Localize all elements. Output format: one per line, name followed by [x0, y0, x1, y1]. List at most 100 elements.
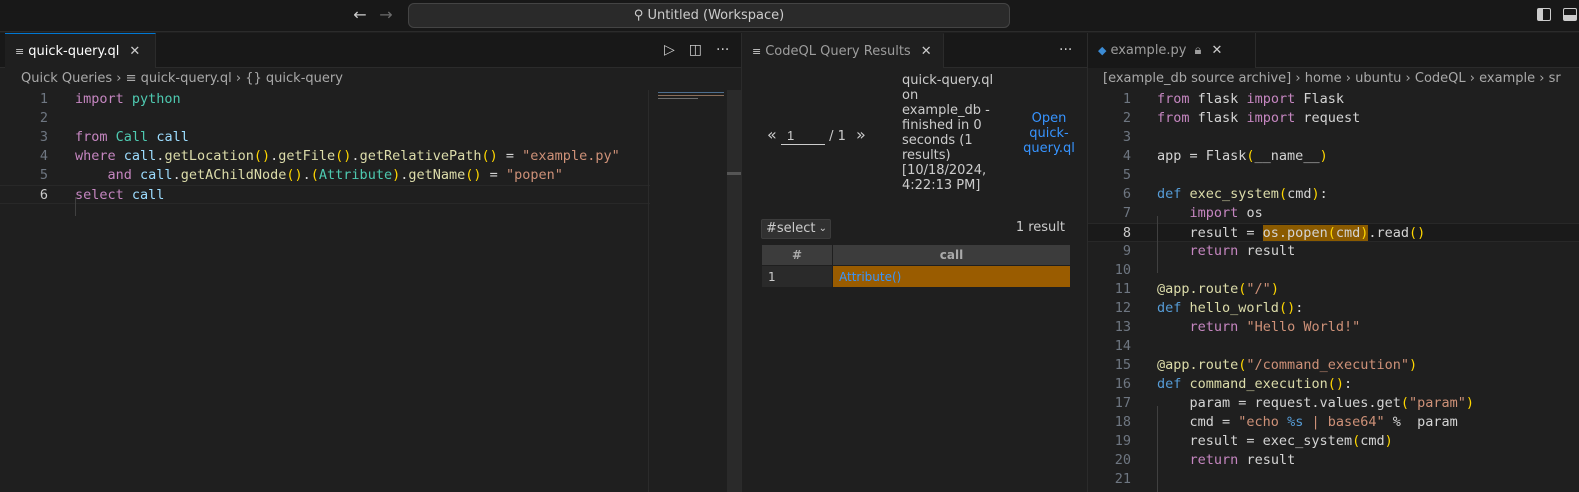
left-editor-group: ≡ quick-query.ql ✕ ▷ ◫ ··· Quick Queries › ≡…	[0, 33, 745, 492]
next-page-button[interactable]: »	[856, 125, 866, 144]
code-editor[interactable]: 1 import python 2 3 from Call call 4 where …	[0, 90, 745, 204]
results-tab-bar: ≡ CodeQL Query Results ✕ ···	[742, 33, 1087, 68]
tab-codeql-query-results[interactable]: ≡ CodeQL Query Results ✕	[742, 33, 944, 68]
line-number: 20	[1114, 452, 1131, 468]
breadcrumb: Quick Queries › ≡ quick-query.ql › {} qu…	[0, 68, 745, 90]
line-number: 15	[1114, 357, 1131, 373]
breadcrumb-item[interactable]: quick-query.ql	[141, 71, 232, 86]
tab-quick-query[interactable]: ≡ quick-query.ql ✕	[5, 33, 156, 68]
toggle-primary-sidebar-icon[interactable]	[1537, 8, 1551, 21]
run-query-icon[interactable]: ▷	[664, 33, 675, 68]
left-tab-bar: ≡ quick-query.ql ✕ ▷ ◫ ···	[0, 33, 745, 68]
breadcrumb-item[interactable]: Quick Queries	[21, 71, 112, 86]
minimap[interactable]	[650, 90, 728, 490]
meta-line: example_db -	[902, 103, 990, 118]
tab-label: CodeQL Query Results	[765, 44, 911, 59]
lock-icon: 🔒︎	[1194, 43, 1202, 58]
table-header-row: # call	[761, 244, 1071, 266]
link-line: Open	[1031, 111, 1067, 126]
breadcrumb-item[interactable]: home	[1305, 71, 1342, 86]
page-number-input[interactable]	[780, 127, 825, 145]
table-row[interactable]: 1 Attribute()	[761, 265, 1071, 288]
tab-example-py[interactable]: ◆ example.py 🔒︎ ✕	[1088, 33, 1256, 68]
column-header[interactable]: call	[832, 244, 1071, 266]
column-header[interactable]: #	[761, 244, 833, 266]
indent-guide	[75, 197, 76, 216]
command-center-search[interactable]: ⚲ Untitled (Workspace)	[408, 3, 1010, 28]
row-index: 1	[761, 265, 833, 288]
previous-page-button[interactable]: «	[767, 125, 777, 144]
open-query-link[interactable]: Open quick- query.ql	[1020, 111, 1078, 156]
line-number: 16	[1114, 376, 1131, 392]
line-number: 7	[1122, 205, 1131, 221]
meta-line: 4:22:13 PM]	[902, 178, 981, 193]
code-line: 1 import python	[0, 90, 745, 109]
line-number: 13	[1114, 319, 1131, 335]
split-editor-icon[interactable]: ◫	[689, 33, 702, 68]
close-icon[interactable]: ✕	[921, 44, 932, 59]
meta-line: on	[902, 88, 919, 103]
line-number: 11	[1114, 281, 1131, 297]
line-number: 14	[1114, 338, 1131, 354]
chevron-right-icon: ›	[1345, 71, 1356, 86]
line-number: 6	[1122, 186, 1131, 202]
chevron-right-icon: ›	[1295, 71, 1305, 86]
back-arrow-icon[interactable]: ←	[350, 5, 370, 25]
breadcrumb-item[interactable]: ubuntu	[1355, 71, 1401, 86]
breadcrumb-item[interactable]: [example_db source archive]	[1103, 71, 1291, 86]
result-set-select[interactable]: #select ⌄	[761, 219, 831, 239]
file-lines-icon: ≡	[125, 71, 137, 86]
chevron-right-icon: ›	[235, 71, 246, 86]
indent-guide	[1157, 216, 1158, 273]
page-total: / 1	[829, 129, 846, 144]
result-pager: « / 1 »	[767, 125, 866, 145]
indent-guide	[1157, 406, 1158, 492]
more-actions-icon[interactable]: ···	[716, 33, 729, 68]
line-number: 5	[1122, 167, 1131, 183]
results-table: # call 1 Attribute()	[761, 244, 1071, 288]
breadcrumb-item[interactable]: sr	[1549, 71, 1561, 86]
code-line: 5 and call.getAChildNode().(Attribute).g…	[0, 166, 745, 185]
more-actions-icon[interactable]: ···	[1059, 33, 1072, 68]
code-line: 4 where call.getLocation().getFile().getR…	[0, 147, 745, 166]
chevron-right-icon: ›	[1469, 71, 1480, 86]
line-number: 10	[1114, 262, 1131, 278]
line-number: 9	[1122, 243, 1131, 259]
link-line: quick-	[1029, 126, 1069, 141]
meta-line: quick-query.ql	[902, 73, 994, 88]
breadcrumb-item[interactable]: {} quick-query	[245, 71, 343, 86]
line-number: 4	[39, 148, 48, 164]
link-line: query.ql	[1023, 141, 1075, 156]
list-icon: ≡	[752, 45, 762, 58]
chevron-right-icon: ›	[1539, 71, 1549, 86]
line-number: 21	[1114, 471, 1131, 487]
meta-line: finished in 0	[902, 118, 982, 133]
close-icon[interactable]: ✕	[129, 44, 140, 59]
vertical-scrollbar[interactable]	[727, 90, 741, 492]
result-link[interactable]: Attribute()	[832, 265, 1071, 288]
line-number: 8	[1122, 225, 1131, 241]
line-number: 17	[1114, 395, 1131, 411]
title-bar: ← → ⚲ Untitled (Workspace)	[0, 0, 1579, 32]
chevron-down-icon: ⌄	[818, 223, 827, 234]
tab-label: example.py	[1110, 43, 1187, 58]
right-editor-group: ◆ example.py 🔒︎ ✕ [example_db source archiv…	[1088, 33, 1579, 492]
line-number: 5	[39, 167, 48, 183]
code-editor[interactable]: 1 from flask import Flask 2 from flask imp…	[1088, 90, 1579, 489]
result-count: 1 result	[1015, 220, 1065, 235]
line-number: 19	[1114, 433, 1131, 449]
breadcrumb-item[interactable]: example	[1479, 71, 1535, 86]
meta-line: [10/18/2024,	[902, 163, 987, 178]
code-line-current: 6 select call	[0, 185, 745, 204]
breadcrumb-item[interactable]: CodeQL	[1415, 71, 1466, 86]
close-icon[interactable]: ✕	[1211, 43, 1222, 58]
forward-arrow-icon[interactable]: →	[376, 5, 396, 25]
toggle-panel-icon[interactable]	[1563, 8, 1577, 21]
query-run-info: quick-query.ql on example_db - finished …	[902, 73, 1010, 193]
breadcrumb: [example_db source archive] › home › ubu…	[1088, 68, 1579, 90]
workspace-title: Untitled (Workspace)	[647, 8, 785, 23]
results-editor-group: ≡CodeQL Query Results ✕ ··· « / 1 » quick…	[742, 33, 1087, 492]
line-number: 1	[1122, 91, 1131, 107]
select-value: #select	[766, 221, 816, 236]
chevron-right-icon: ›	[1405, 71, 1415, 86]
